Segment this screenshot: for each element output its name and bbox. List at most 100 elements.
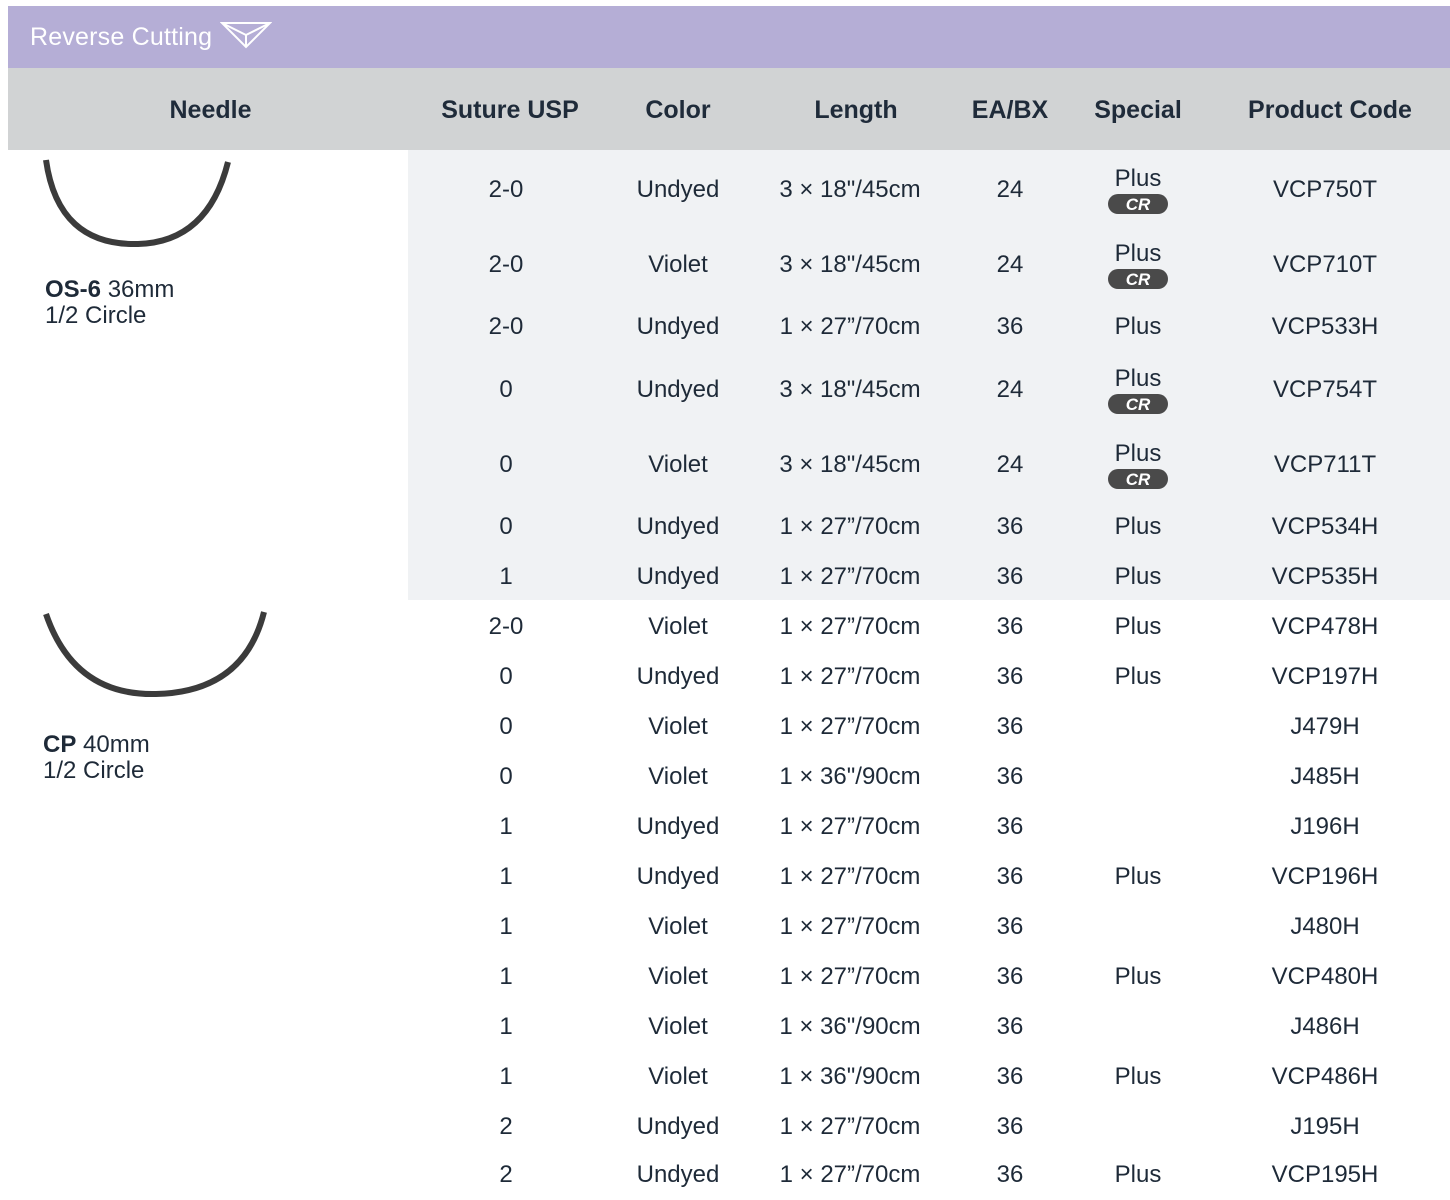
cell-suture-usp: 2 (499, 1113, 513, 1140)
table-header: Needle Suture USP Color Length EA/BX Spe… (8, 68, 1450, 150)
cr-badge: CR (1108, 469, 1168, 489)
cell-suture-usp: 2 (499, 1161, 513, 1188)
cell-special: Plus (1078, 852, 1198, 902)
cell-ea-bx: 36 (996, 513, 1024, 540)
table-row: 1 Violet 1 × 36"/90cm 36 J486H (0, 1002, 1450, 1052)
table-row: 0 Violet 3 × 18"/45cm 24 Plus CR VCP711T (0, 428, 1450, 502)
cell-ea-bx: 24 (996, 375, 1024, 403)
cell-length: 1 × 27”/70cm (779, 713, 921, 740)
cell-suture-usp: 0 (499, 713, 513, 740)
special-plus: Plus (1114, 313, 1162, 340)
special-plus: Plus (1114, 563, 1162, 590)
table-row: 2-0 Violet 1 × 27”/70cm 36 Plus VCP478H (0, 602, 1450, 652)
cell-length: 3 × 18"/45cm (779, 251, 921, 278)
cell-suture-usp: 2-0 (488, 175, 524, 203)
special-plus: Plus (1114, 513, 1162, 540)
cell-ea-bx: 36 (996, 1013, 1024, 1040)
cell-ea-bx: 24 (996, 251, 1024, 278)
cell-color: Violet (648, 763, 708, 790)
table-row: 1 Violet 1 × 36"/90cm 36 Plus VCP486H (0, 1052, 1450, 1102)
header-needle: Needle (169, 96, 252, 124)
cell-special: Plus (1078, 602, 1198, 652)
cell-ea-bx: 36 (996, 1113, 1024, 1140)
cell-suture-usp: 1 (499, 863, 513, 890)
special-plus: Plus (1114, 364, 1162, 392)
table-row: 0 Undyed 1 × 27”/70cm 36 Plus VCP534H (0, 502, 1450, 552)
cell-special: Plus CR (1078, 428, 1198, 502)
cell-color: Undyed (636, 563, 720, 590)
section-banner: Reverse Cutting (8, 6, 1450, 68)
cell-ea-bx: 36 (996, 1161, 1024, 1188)
cell-special: Plus (1078, 552, 1198, 602)
cell-product-code: J486H (1290, 1013, 1360, 1040)
cell-suture-usp: 1 (499, 813, 513, 840)
cell-product-code: J485H (1290, 763, 1360, 790)
cell-product-code: VCP710T (1272, 251, 1378, 278)
cell-length: 1 × 27”/70cm (779, 663, 921, 690)
cell-length: 1 × 27”/70cm (779, 613, 921, 640)
table-row: 2-0 Undyed 3 × 18"/45cm 24 Plus CR VCP750T (0, 152, 1450, 227)
section-title: Reverse Cutting (30, 22, 213, 51)
cell-special: Plus CR (1078, 228, 1198, 302)
cr-badge: CR (1108, 393, 1168, 414)
special-plus: Plus (1114, 613, 1162, 640)
header-suture-usp: Suture USP (441, 96, 579, 124)
table-row: 1 Violet 1 × 27”/70cm 36 J480H (0, 902, 1450, 952)
header-product-code: Product Code (1248, 96, 1412, 124)
cell-product-code: J479H (1290, 713, 1360, 740)
special-plus: Plus (1114, 164, 1162, 192)
cell-special: Plus (1078, 1150, 1198, 1200)
cell-length: 1 × 27”/70cm (779, 313, 921, 340)
cell-ea-bx: 36 (996, 813, 1024, 840)
cell-product-code: VCP534H (1271, 513, 1379, 540)
special-plus: Plus (1114, 663, 1162, 690)
cell-ea-bx: 36 (996, 713, 1024, 740)
cell-ea-bx: 36 (996, 663, 1024, 690)
cell-special: Plus (1078, 652, 1198, 702)
header-color: Color (645, 96, 711, 124)
cell-length: 1 × 27”/70cm (779, 1113, 921, 1140)
cell-suture-usp: 2-0 (488, 613, 524, 640)
cell-special (1078, 1002, 1198, 1052)
cell-product-code: VCP480H (1271, 963, 1379, 990)
cell-special (1078, 752, 1198, 802)
cell-ea-bx: 36 (996, 613, 1024, 640)
cell-color: Violet (648, 1063, 708, 1090)
cell-suture-usp: 1 (499, 913, 513, 940)
cell-length: 1 × 36"/90cm (779, 1013, 921, 1040)
table-row: 2 Undyed 1 × 27”/70cm 36 J195H (0, 1102, 1450, 1152)
cell-special: Plus CR (1078, 352, 1198, 427)
cell-suture-usp: 0 (499, 375, 513, 403)
special-plus: Plus (1114, 1063, 1162, 1090)
cell-length: 1 × 27”/70cm (779, 963, 921, 990)
cell-color: Violet (648, 613, 708, 640)
cell-suture-usp: 0 (499, 763, 513, 790)
cell-length: 1 × 27”/70cm (779, 513, 921, 540)
cell-suture-usp: 1 (499, 1063, 513, 1090)
cell-color: Violet (648, 963, 708, 990)
cell-length: 1 × 36"/90cm (779, 763, 921, 790)
header-special: Special (1094, 96, 1182, 124)
cell-suture-usp: 1 (499, 963, 513, 990)
cell-color: Undyed (636, 375, 720, 403)
cell-color: Undyed (636, 313, 720, 340)
cell-special: Plus (1078, 502, 1198, 552)
cell-special (1078, 702, 1198, 752)
cell-suture-usp: 0 (499, 663, 513, 690)
table-row: 2-0 Undyed 1 × 27”/70cm 36 Plus VCP533H (0, 302, 1450, 352)
cell-color: Violet (648, 713, 708, 740)
needle-cross-section-icon (219, 20, 273, 55)
cell-ea-bx: 36 (996, 563, 1024, 590)
cell-product-code: VCP486H (1271, 1063, 1379, 1090)
cell-length: 1 × 36"/90cm (779, 1063, 921, 1090)
header-ea-bx: EA/BX (971, 96, 1049, 124)
table-row: 1 Undyed 1 × 27”/70cm 36 Plus VCP196H (0, 852, 1450, 902)
cell-special: Plus (1078, 1052, 1198, 1102)
cell-color: Undyed (636, 1113, 720, 1140)
cell-product-code: VCP535H (1271, 563, 1379, 590)
table-row: 1 Violet 1 × 27”/70cm 36 Plus VCP480H (0, 952, 1450, 1002)
cell-length: 3 × 18"/45cm (779, 175, 921, 203)
table-row: 0 Undyed 1 × 27”/70cm 36 Plus VCP197H (0, 652, 1450, 702)
cell-product-code: VCP195H (1271, 1161, 1379, 1188)
cell-ea-bx: 36 (996, 913, 1024, 940)
